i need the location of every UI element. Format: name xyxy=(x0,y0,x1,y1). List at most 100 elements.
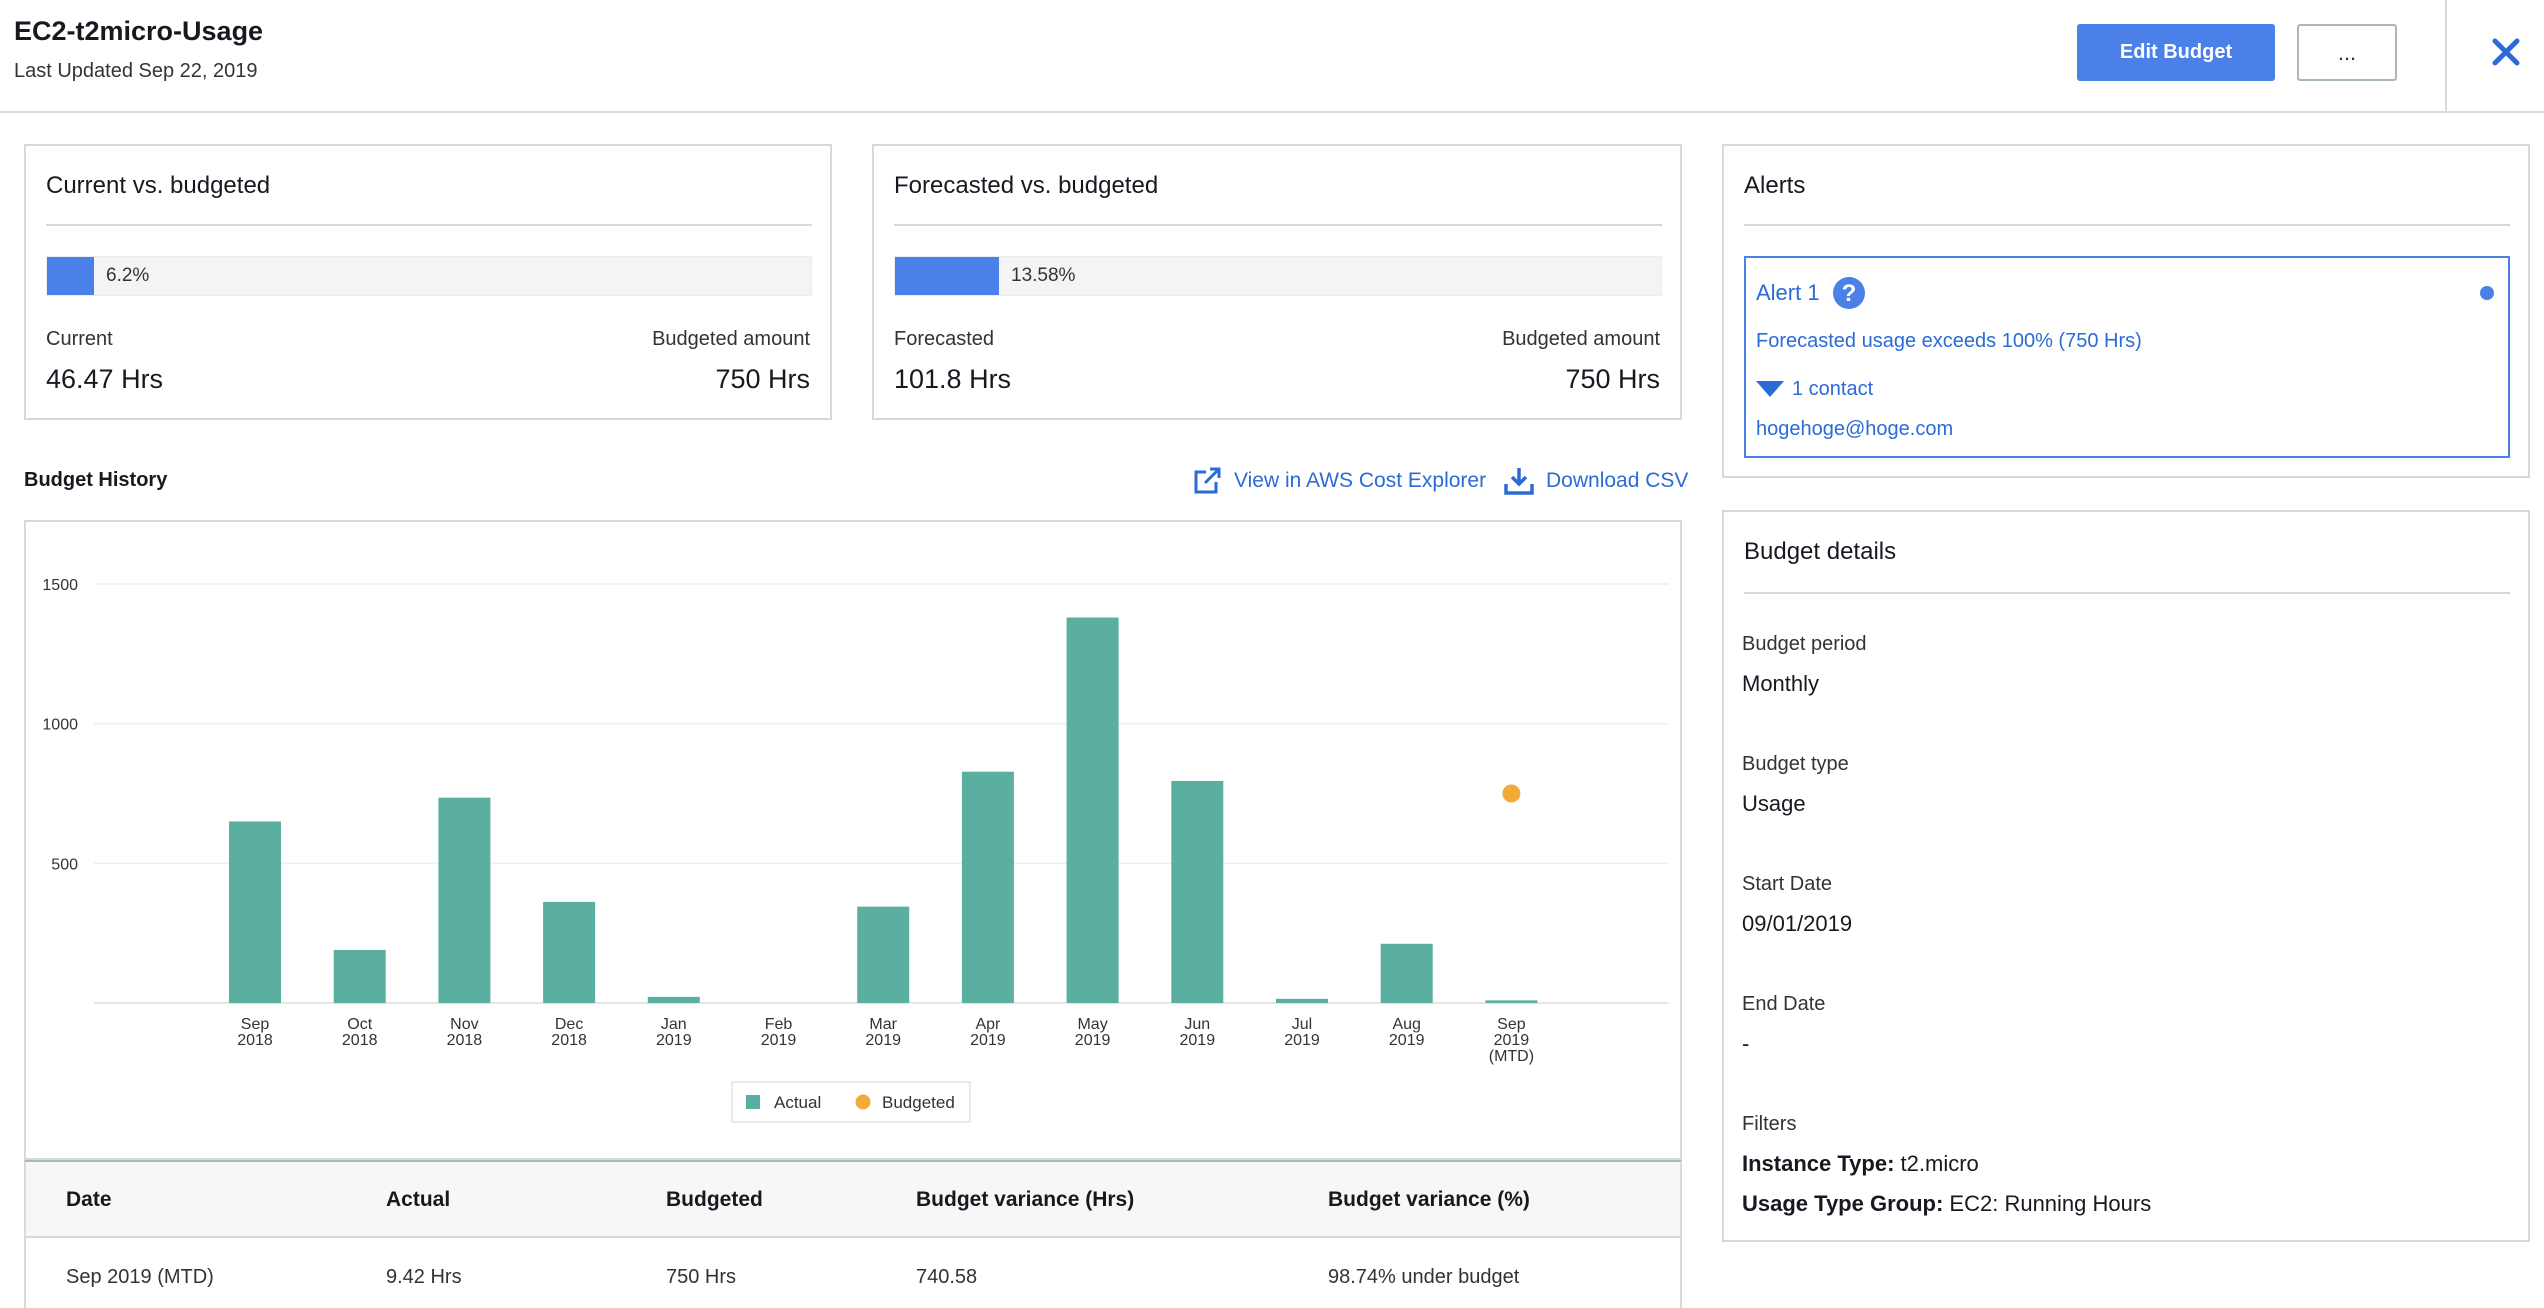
x-tick-label: Jul xyxy=(1292,1016,1312,1033)
bar-actual xyxy=(857,906,910,1003)
budget-history-chart: 500 1000 1500 Sep 2018 Oct 2018 Nov 2018 Dec 2018 J… xyxy=(24,520,1682,1160)
alerts-panel: Alerts Alert 1 ? Forecasted usage exceed… xyxy=(1722,144,2530,478)
x-tick-label: Oct xyxy=(347,1016,372,1033)
legend-label-budgeted: Budgeted xyxy=(882,1093,955,1112)
svg-text:?: ? xyxy=(1841,280,1856,307)
x-tick-label: Aug xyxy=(1392,1016,1420,1033)
cell-variance-pct: 98.74% under budget xyxy=(1328,1266,1520,1288)
bar-actual xyxy=(1276,998,1328,1003)
bar-actual xyxy=(1171,780,1224,1003)
contact-email-link[interactable]: hogehoge@hoge.com xyxy=(1756,418,1953,441)
x-tick-label: Nov xyxy=(450,1016,478,1033)
panel-title: Current vs. budgeted xyxy=(46,172,271,199)
x-tick-label: 2019 xyxy=(1389,1032,1425,1049)
start-date-label: Start Date xyxy=(1742,873,1833,895)
header-divider xyxy=(2445,0,2447,113)
x-tick-label: Sep xyxy=(1497,1016,1526,1033)
page-header: EC2-t2micro-Usage Last Updated Sep 22, 2… xyxy=(0,0,2544,113)
budget-period-value: Monthly xyxy=(1742,671,1820,696)
column-header-date[interactable]: Date xyxy=(66,1188,112,1212)
table-row: Sep 2019 (MTD) 9.42 Hrs 750 Hrs 740.58 9… xyxy=(24,1238,1682,1308)
external-link-icon xyxy=(1194,467,1221,494)
divider xyxy=(46,224,812,226)
alert-description: Forecasted usage exceeds 100% (750 Hrs) xyxy=(1756,330,2142,352)
current-value: 46.47 Hrs xyxy=(46,364,164,394)
close-icon xyxy=(2492,38,2520,66)
end-date-value: - xyxy=(1742,1031,1750,1056)
divider xyxy=(894,224,1662,226)
download-icon xyxy=(1504,468,1534,495)
y-tick-label: 1000 xyxy=(42,717,78,734)
cell-variance-hrs: 740.58 xyxy=(916,1266,978,1288)
column-header-variance-pct[interactable]: Budget variance (%) xyxy=(1328,1188,1530,1212)
bar-actual xyxy=(647,996,700,1003)
progress-bar-track: 13.58% xyxy=(894,256,1662,296)
budgeted-amount-value: 750 Hrs xyxy=(1565,364,1660,394)
budgeted-amount-value: 750 Hrs xyxy=(715,364,810,394)
progress-bar-track: 6.2% xyxy=(46,256,812,296)
close-button[interactable] xyxy=(2481,22,2531,82)
current-label: Current xyxy=(46,328,113,350)
panel-title: Forecasted vs. budgeted xyxy=(894,172,1159,199)
alert-name-link[interactable]: Alert 1 ? xyxy=(1756,276,1866,310)
filter-value: EC2: Running Hours xyxy=(1949,1191,2152,1216)
filter-usage-type-group: Usage Type Group: EC2: Running Hours xyxy=(1742,1191,2151,1217)
column-header-actual[interactable]: Actual xyxy=(386,1188,450,1212)
panel-title: Budget details xyxy=(1744,538,1897,565)
view-in-cost-explorer-link[interactable]: View in AWS Cost Explorer xyxy=(1192,466,1486,496)
budgeted-amount-label: Budgeted amount xyxy=(652,328,810,350)
cell-budgeted: 750 Hrs xyxy=(666,1266,737,1288)
more-actions-button[interactable]: ... xyxy=(2297,24,2397,81)
filter-value: t2.micro xyxy=(1900,1151,1979,1176)
page-title: EC2-t2micro-Usage xyxy=(14,16,264,46)
bar-actual xyxy=(961,771,1014,1003)
budget-detail-page: EC2-t2micro-Usage Last Updated Sep 22, 2… xyxy=(0,0,2544,1308)
column-header-budgeted[interactable]: Budgeted xyxy=(666,1188,763,1212)
alert-name: Alert 1 xyxy=(1756,280,1820,305)
x-tick-label: (MTD) xyxy=(1489,1048,1534,1065)
forecasted-value: 101.8 Hrs xyxy=(894,364,1012,394)
last-updated-text: Last Updated Sep 22, 2019 xyxy=(14,60,258,82)
progress-bar-fill xyxy=(895,257,999,295)
x-tick-label: Mar xyxy=(869,1016,897,1033)
bar-actual xyxy=(543,901,596,1003)
bar-actual xyxy=(229,821,281,1003)
x-tick-label: 2018 xyxy=(551,1032,587,1049)
x-tick-label: Jan xyxy=(661,1016,687,1033)
filter-key: Usage Type Group: xyxy=(1742,1191,1944,1216)
start-date-value: 09/01/2019 xyxy=(1742,911,1853,936)
help-icon[interactable]: ? xyxy=(1832,276,1866,310)
x-tick-label: 2018 xyxy=(342,1032,378,1049)
filter-key: Instance Type: xyxy=(1742,1151,1895,1176)
x-tick-label: Feb xyxy=(765,1016,793,1033)
y-tick-label: 1500 xyxy=(42,577,78,594)
x-tick-label: 2019 xyxy=(1180,1032,1216,1049)
edit-budget-button[interactable]: Edit Budget xyxy=(2077,24,2275,81)
x-tick-label: 2019 xyxy=(761,1032,797,1049)
download-csv-link[interactable]: Download CSV xyxy=(1504,466,1688,496)
progress-percent: 6.2% xyxy=(106,265,150,286)
column-header-variance-hrs[interactable]: Budget variance (Hrs) xyxy=(916,1188,1134,1212)
x-tick-label: 2018 xyxy=(237,1032,273,1049)
alert-card[interactable]: Alert 1 ? Forecasted usage exceeds 100% … xyxy=(1744,256,2510,458)
point-budgeted xyxy=(1502,784,1521,803)
legend-swatch-actual xyxy=(746,1095,760,1109)
contacts-toggle[interactable]: 1 contact xyxy=(1756,378,1873,401)
divider xyxy=(1744,224,2510,226)
x-tick-label: Jun xyxy=(1184,1016,1210,1033)
x-tick-label: Apr xyxy=(975,1016,1001,1033)
x-tick-label: 2019 xyxy=(1494,1032,1530,1049)
x-tick-label: 2019 xyxy=(1075,1032,1111,1049)
bar-actual xyxy=(1485,1000,1538,1003)
bar-actual xyxy=(333,949,386,1003)
cell-date: Sep 2019 (MTD) xyxy=(66,1266,214,1288)
x-tick-label: 2019 xyxy=(970,1032,1006,1049)
legend-label-actual: Actual xyxy=(774,1093,821,1112)
budget-type-label: Budget type xyxy=(1742,753,1849,775)
caret-down-icon xyxy=(1756,380,1784,397)
progress-bar-fill xyxy=(47,257,94,295)
chart-canvas: 50010001500Sep2018Oct2018Nov2018Dec2018J… xyxy=(42,577,1668,1123)
budget-details-panel: Budget details xyxy=(1722,510,2530,1242)
budgeted-amount-label: Budgeted amount xyxy=(1502,328,1660,350)
x-tick-label: 2019 xyxy=(1284,1032,1320,1049)
